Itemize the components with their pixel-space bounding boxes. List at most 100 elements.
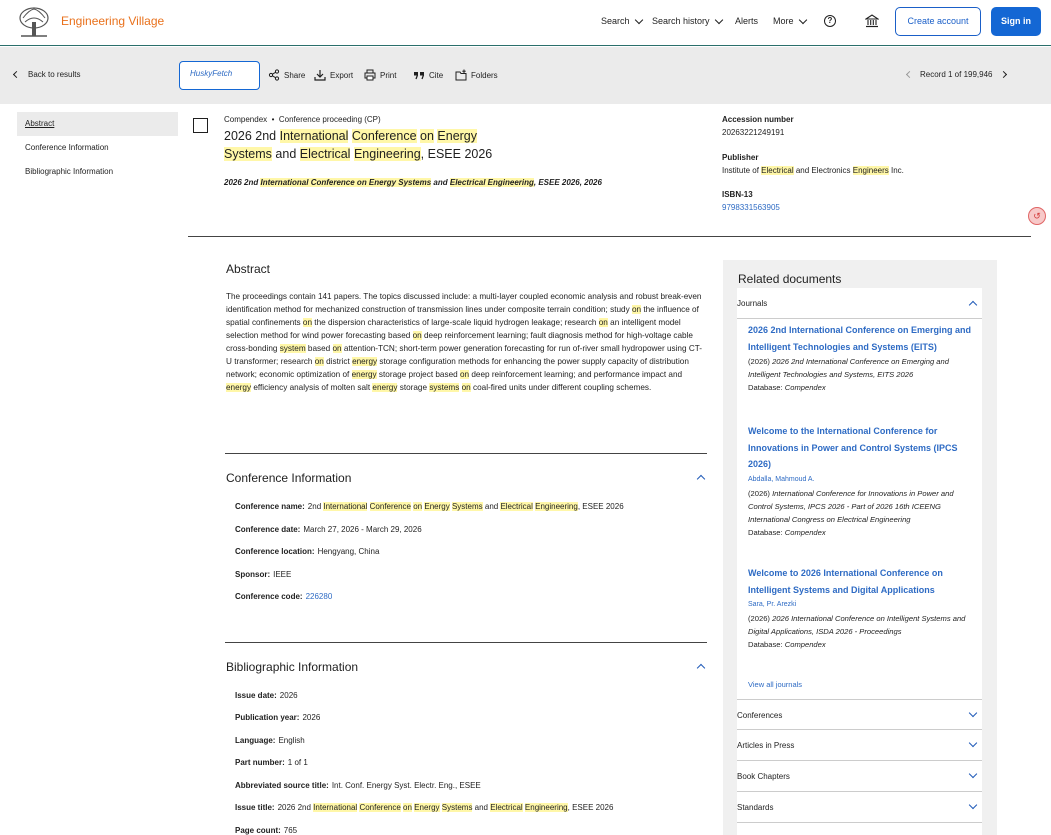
- accession-number: 20263221249191: [722, 128, 785, 137]
- select-record-checkbox[interactable]: [193, 118, 208, 133]
- back-to-results-link[interactable]: Back to results: [12, 70, 80, 79]
- issue-date-field: Issue date: 2026: [235, 691, 298, 700]
- search-term-highlight: Energy: [437, 129, 478, 143]
- search-term-highlight: on: [420, 129, 434, 143]
- related-item: Welcome to the International Conference …: [748, 423, 973, 539]
- related-item: 2026 2nd International Conference on Eme…: [748, 322, 973, 394]
- search-term-highlight: International Conference on Energy Syste…: [260, 178, 432, 187]
- related-documents-list: Journals 2026 2nd International Conferen…: [737, 288, 982, 835]
- publisher-block: Publisher Institute of Electrical and El…: [722, 153, 904, 175]
- search-term-highlight: Conference: [369, 502, 411, 511]
- isbn-block: ISBN-13 9798331563905: [722, 190, 780, 212]
- search-term-highlight: Electrical: [761, 166, 794, 175]
- conferences-accordion[interactable]: Conferences: [737, 699, 982, 730]
- section-divider: [225, 642, 707, 643]
- related-documents-heading: Related documents: [738, 272, 842, 286]
- previous-record-icon[interactable]: [905, 70, 914, 79]
- conference-name-field: Conference name: 2nd International Confer…: [235, 502, 624, 511]
- search-term-highlight: Electrical: [299, 147, 351, 161]
- section-nav-bibliographic[interactable]: Bibliographic Information: [17, 160, 178, 184]
- isbn-link[interactable]: 9798331563905: [722, 203, 780, 212]
- help-icon[interactable]: ?: [824, 15, 836, 27]
- articles-in-press-accordion[interactable]: Articles in Press: [737, 730, 982, 761]
- print-button[interactable]: Print: [364, 69, 396, 81]
- related-item-title[interactable]: 2026 2nd International Conference on Eme…: [748, 322, 973, 355]
- sign-in-button[interactable]: Sign in: [991, 7, 1041, 36]
- search-term-highlight: systems: [429, 383, 460, 392]
- abstract-text: The proceedings contain 141 papers. The …: [226, 292, 703, 392]
- search-term-highlight: energy: [352, 357, 378, 366]
- top-header: Engineering Village Search Search histor…: [0, 0, 1051, 46]
- search-term-highlight: on: [459, 370, 470, 379]
- related-item: Welcome to 2026 International Conference…: [748, 565, 973, 651]
- export-button[interactable]: Export: [314, 69, 353, 81]
- header-divider: [188, 236, 1031, 237]
- folder-add-icon: [455, 69, 467, 81]
- nav-search-history[interactable]: Search history: [652, 15, 723, 26]
- cite-button[interactable]: Cite: [413, 69, 443, 81]
- chevron-left-icon: [12, 70, 21, 79]
- view-all-journals-link[interactable]: View all journals: [748, 678, 973, 691]
- search-term-highlight: Energy: [414, 803, 440, 812]
- institution-icon[interactable]: [865, 14, 879, 28]
- search-term-highlight: energy: [351, 370, 377, 379]
- database-name: Compendex: [224, 115, 268, 124]
- nav-search[interactable]: Search: [601, 15, 643, 26]
- record-toolbar: Back to results HuskyFetch Share Export …: [0, 47, 1051, 104]
- search-term-highlight: Energy: [424, 502, 450, 511]
- download-icon: [314, 70, 326, 81]
- source-title: 2026 2nd International Conference on Ene…: [224, 178, 602, 187]
- printer-icon: [364, 69, 376, 81]
- search-term-highlight: International: [279, 129, 349, 143]
- related-item-author[interactable]: Abdalla, Mahmoud A.: [748, 473, 973, 487]
- search-term-highlight: Engineering: [353, 147, 421, 161]
- create-account-button[interactable]: Create account: [895, 7, 981, 36]
- related-item-title[interactable]: Welcome to 2026 International Conference…: [748, 565, 973, 598]
- nav-more[interactable]: More: [773, 15, 807, 26]
- translate-widget-icon[interactable]: ↺: [1028, 207, 1046, 225]
- section-nav-conference[interactable]: Conference Information: [17, 136, 178, 160]
- search-term-highlight: Systems: [224, 147, 272, 161]
- collapse-conference-icon[interactable]: [696, 474, 706, 484]
- search-term-highlight: International: [313, 803, 358, 812]
- chevron-down-icon: [968, 738, 978, 748]
- search-term-highlight: Electrical Engineering: [449, 178, 534, 187]
- document-type: Conference proceeding (CP): [278, 115, 381, 124]
- chevron-down-icon: [968, 800, 978, 810]
- search-term-highlight: energy: [372, 383, 398, 392]
- section-divider: [225, 453, 707, 454]
- publisher-name: Institute of Electrical and Electronics …: [722, 166, 904, 175]
- search-term-highlight: on: [413, 502, 423, 511]
- collapse-bibliographic-icon[interactable]: [696, 663, 706, 673]
- nav-alerts[interactable]: Alerts: [735, 16, 758, 26]
- next-record-icon[interactable]: [999, 70, 1007, 79]
- chevron-down-icon: [968, 708, 978, 718]
- standards-accordion[interactable]: Standards: [737, 792, 982, 823]
- conference-code-field: Conference code: 226280: [235, 592, 333, 601]
- related-item-title[interactable]: Welcome to the International Conference …: [748, 423, 973, 473]
- conference-location-field: Conference location: Hengyang, China: [235, 547, 380, 556]
- publisher-label: Publisher: [722, 153, 759, 162]
- brand-name[interactable]: Engineering Village: [61, 14, 164, 28]
- search-term-highlight: Engineers: [852, 166, 889, 175]
- search-term-highlight: on: [461, 383, 471, 392]
- publication-year-field: Publication year: 2026: [235, 713, 321, 722]
- isbn-label: ISBN-13: [722, 190, 753, 199]
- search-term-highlight: on: [314, 357, 324, 366]
- share-button[interactable]: Share: [268, 69, 305, 81]
- section-nav-abstract[interactable]: Abstract: [17, 112, 178, 136]
- search-term-highlight: on: [631, 305, 642, 314]
- search-term-highlight: International: [323, 502, 368, 511]
- elsevier-tree-logo-icon[interactable]: [17, 6, 51, 38]
- related-item-author[interactable]: Sara, Pr. Arezki: [748, 598, 973, 612]
- search-term-highlight: on: [302, 318, 313, 327]
- search-term-highlight: Systems: [441, 803, 473, 812]
- folders-button[interactable]: Folders: [455, 69, 498, 81]
- journals-accordion[interactable]: Journals: [737, 288, 982, 319]
- huskyfetch-button[interactable]: HuskyFetch: [179, 61, 260, 90]
- quote-icon: [414, 72, 425, 80]
- conference-code-link[interactable]: 226280: [306, 592, 333, 601]
- book-chapters-accordion[interactable]: Book Chapters: [737, 761, 982, 792]
- language-field: Language: English: [235, 736, 305, 745]
- chevron-down-icon: [714, 15, 723, 24]
